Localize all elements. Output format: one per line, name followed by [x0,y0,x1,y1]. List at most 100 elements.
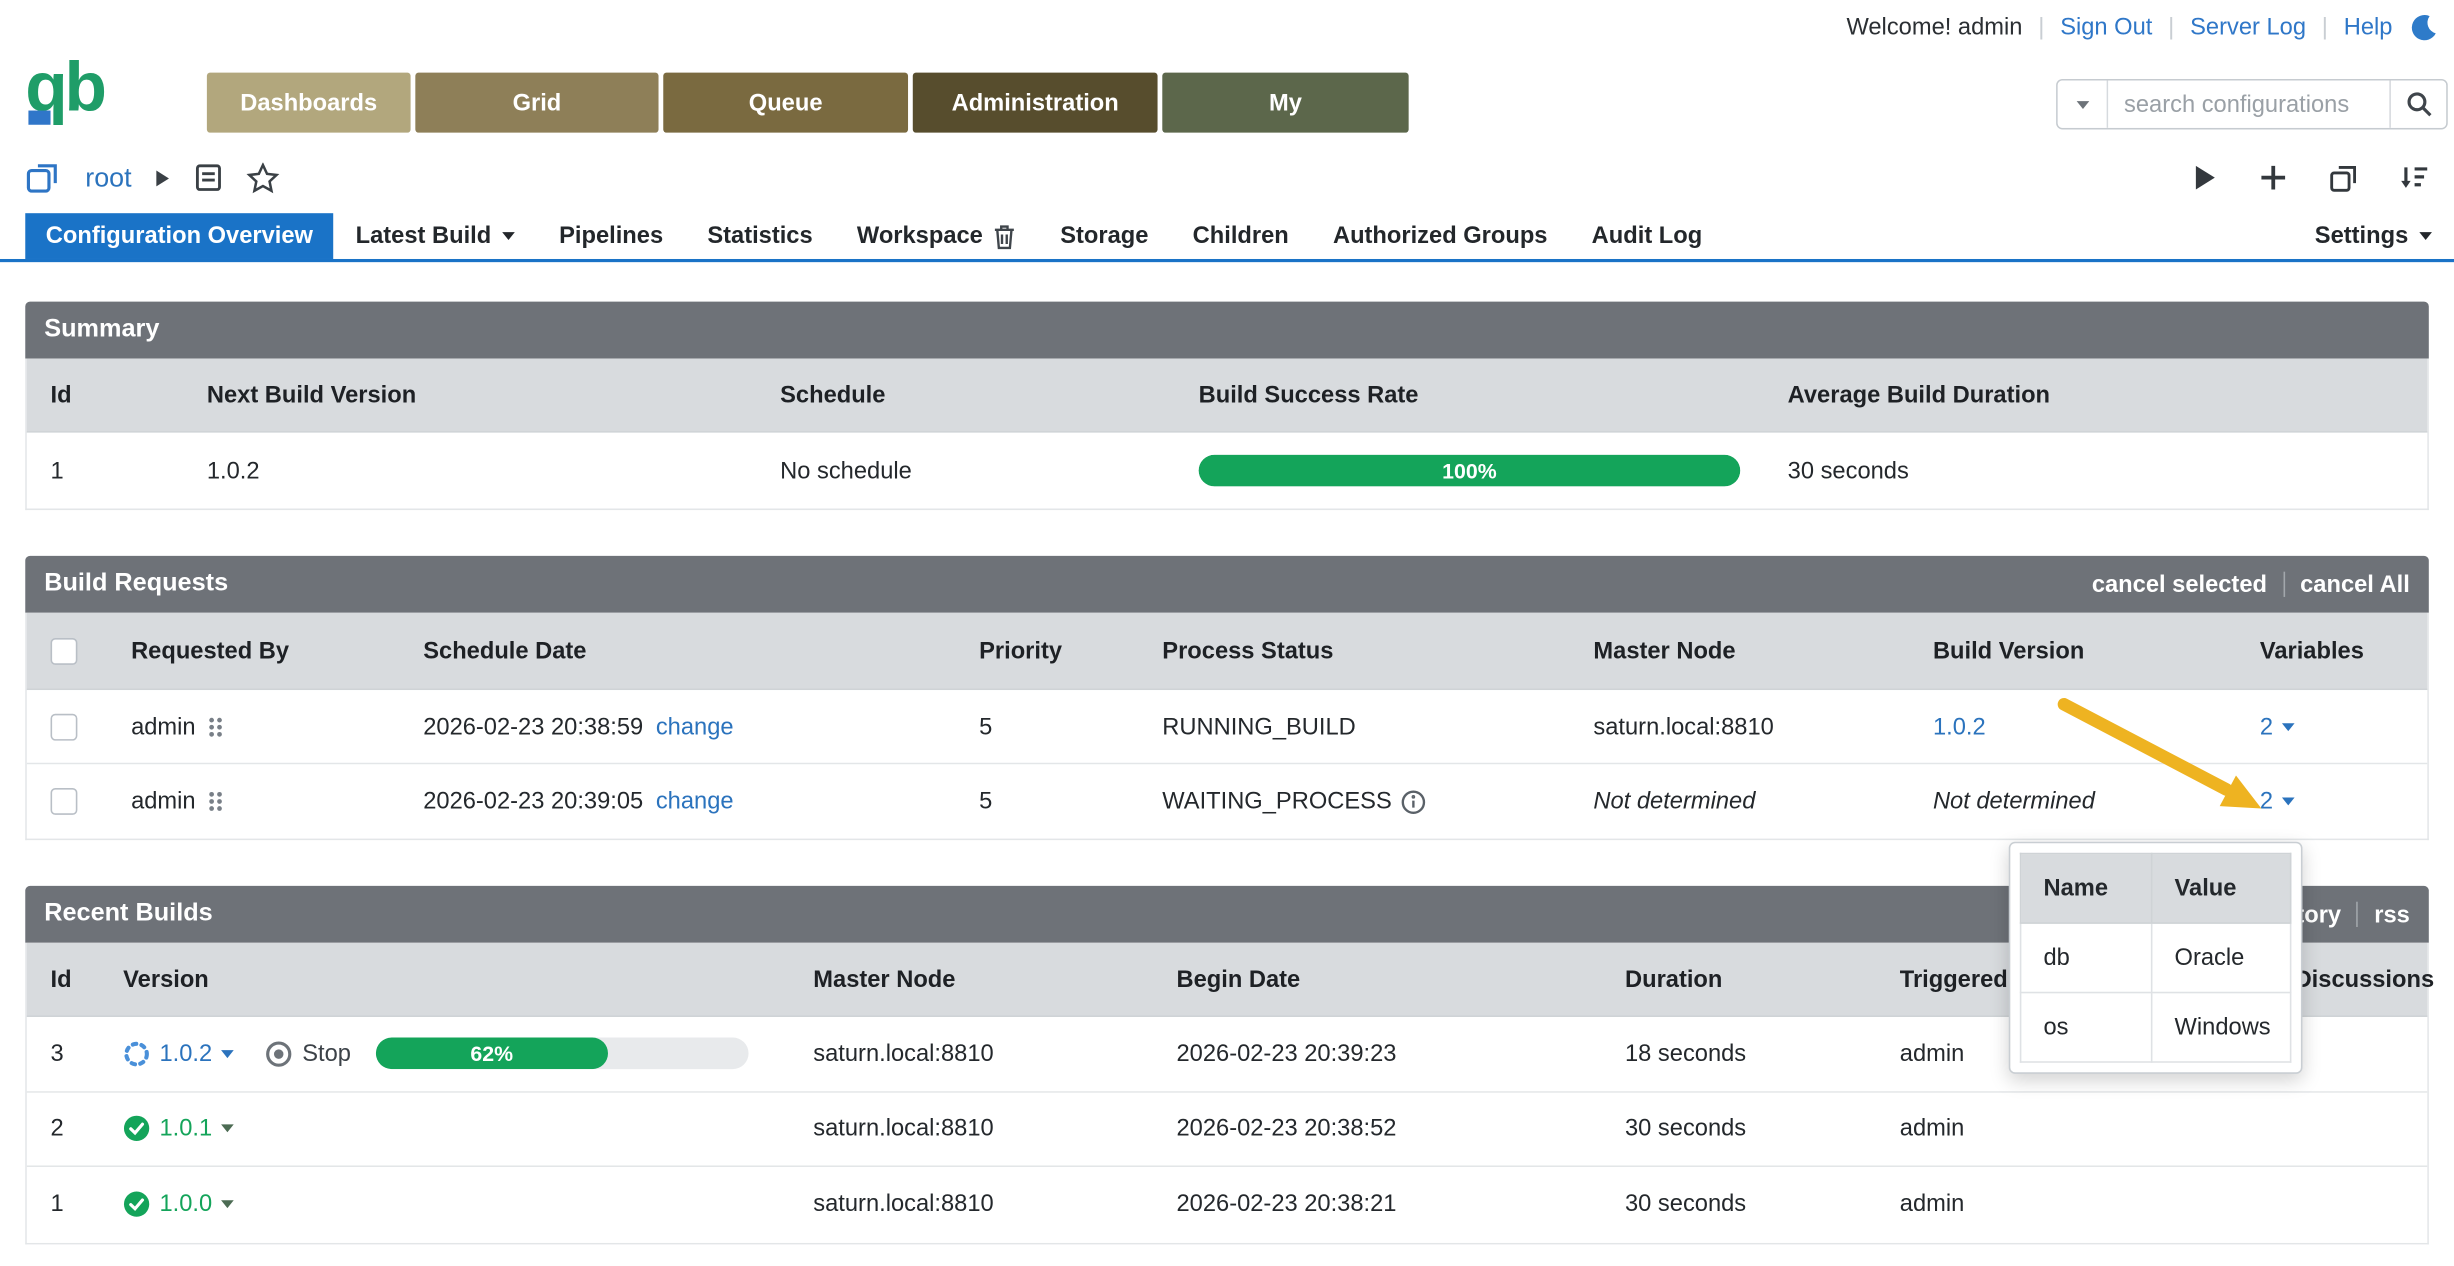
begin-date: 2026-02-23 20:39:23 [1177,1040,1625,1067]
row-checkbox[interactable] [51,713,78,740]
nav-grid[interactable]: Grid [415,73,658,133]
section-title: Build Requests [44,570,228,598]
tab-workspace[interactable]: Workspace [835,213,1038,259]
success-check-icon [123,1115,150,1142]
build-id: 1 [27,1191,123,1218]
master-node: saturn.local:8810 [1593,713,1933,740]
tab-authorized-groups[interactable]: Authorized Groups [1311,213,1570,259]
variable-value: Oracle [2152,923,2291,992]
tab-settings[interactable]: Settings [2293,213,2454,259]
select-all-checkbox[interactable] [51,637,78,664]
build-requests-section: Build Requests cancel selected cancel Al… [25,556,2429,840]
variables-dropdown[interactable]: 2 [2260,788,2427,815]
breadcrumb: root [0,142,2454,213]
triggered-by: admin [1900,1191,2295,1218]
run-build-icon[interactable] [2194,164,2218,191]
duration: 30 seconds [1625,1115,1900,1142]
drag-handle-icon[interactable] [207,715,224,739]
chevron-down-icon [2419,232,2432,240]
build-version: Not determined [1933,788,2260,815]
logo-accent [28,111,50,125]
chevron-down-icon[interactable] [222,1125,235,1133]
build-version-link[interactable]: 1.0.0 [159,1191,212,1218]
breadcrumb-root-link[interactable]: root [85,162,131,194]
search-input[interactable] [2108,81,2389,128]
variable-name: os [2021,993,2152,1062]
cancel-selected-link[interactable]: cancel selected [2092,571,2267,598]
spinner-icon [123,1040,150,1067]
build-version-link[interactable]: 1.0.2 [159,1040,212,1067]
sign-out-link[interactable]: Sign Out [2060,14,2152,41]
tab-pipelines[interactable]: Pipelines [537,213,685,259]
favorite-star-icon[interactable] [247,162,280,194]
stop-build-button[interactable]: Stop [266,1040,351,1067]
build-version-link[interactable]: 1.0.1 [159,1115,212,1142]
tab-statistics[interactable]: Statistics [685,213,835,259]
nav-queue[interactable]: Queue [663,73,908,133]
dark-mode-moon-icon[interactable] [2408,13,2438,43]
sort-order-icon[interactable] [2400,164,2428,191]
tab-storage[interactable]: Storage [1038,213,1170,259]
server-log-link[interactable]: Server Log [2190,14,2306,41]
help-link[interactable]: Help [2344,14,2393,41]
app-window: Welcome! admin | Sign Out | Server Log |… [0,0,2454,1266]
build-requests-title-bar: Build Requests cancel selected cancel Al… [25,556,2429,613]
avg-build-duration: 30 seconds [1788,457,2428,484]
build-id: 3 [27,1040,123,1067]
chevron-down-icon[interactable] [222,1050,235,1058]
divider [2283,572,2285,597]
tab-audit-log[interactable]: Audit Log [1570,213,1725,259]
build-request-row: admin 2026-02-23 20:39:05 change 5 WAITI… [27,764,2427,838]
quickbuild-logo[interactable]: qb [25,49,136,134]
build-progress-bar: 62% [376,1038,749,1070]
change-link[interactable]: change [656,713,734,740]
master-node: saturn.local:8810 [813,1191,1176,1218]
summary-id: 1 [27,457,207,484]
cancel-all-link[interactable]: cancel All [2300,571,2410,598]
tab-children[interactable]: Children [1171,213,1311,259]
popup-row: db Oracle [2021,923,2291,992]
add-configuration-icon[interactable] [2260,164,2287,191]
priority: 5 [979,713,1162,740]
info-icon[interactable] [1401,789,1426,814]
change-link[interactable]: change [656,788,734,815]
copy-configuration-icon[interactable] [2329,163,2357,191]
schedule-date: 2026-02-23 20:38:59 [423,713,643,740]
duration: 30 seconds [1625,1191,1900,1218]
process-status: RUNNING_BUILD [1162,713,1593,740]
chevron-down-icon[interactable] [222,1201,235,1209]
search-button[interactable] [2389,81,2446,128]
nav-dashboards[interactable]: Dashboards [207,73,411,133]
success-rate-bar: 100% [1199,455,1741,487]
search-scope-dropdown[interactable] [2058,81,2109,128]
duration: 18 seconds [1625,1040,1900,1067]
recent-build-row: 2 1.0.1 saturn.local:8810 2026-02-23 20:… [27,1092,2427,1167]
header: Welcome! admin | Sign Out | Server Log |… [0,0,2454,142]
tab-configuration-overview[interactable]: Configuration Overview [25,213,333,259]
variable-value: Windows [2152,993,2291,1062]
tab-latest-build[interactable]: Latest Build [334,213,537,259]
nav-my[interactable]: My [1162,73,1408,133]
welcome-text: Welcome! admin [1846,14,2022,41]
requested-by: admin [131,713,196,740]
priority: 5 [979,788,1162,815]
notes-icon[interactable] [195,163,223,193]
row-checkbox[interactable] [51,788,78,815]
popup-row: os Windows [2021,993,2291,1062]
recent-build-row: 1 1.0.0 saturn.local:8810 2026-02-23 20:… [27,1167,2427,1242]
master-node: saturn.local:8810 [813,1115,1176,1142]
progress-label: 62% [470,1042,513,1066]
configurations-icon[interactable] [25,159,61,195]
drag-handle-icon[interactable] [207,790,224,814]
build-version-link[interactable]: 1.0.2 [1933,713,1986,740]
config-tabbar: Configuration Overview Latest Build Pipe… [0,213,2454,262]
section-title: Recent Builds [44,900,212,928]
rss-link[interactable]: rss [2374,901,2410,928]
variables-dropdown[interactable]: 2 [2260,713,2427,740]
begin-date: 2026-02-23 20:38:21 [1177,1191,1625,1218]
schedule: No schedule [780,457,1198,484]
success-check-icon [123,1191,150,1218]
summary-data-row: 1 1.0.2 No schedule 100% 30 seconds [27,433,2427,509]
nav-administration[interactable]: Administration [913,73,1158,133]
trash-icon[interactable] [994,223,1016,248]
